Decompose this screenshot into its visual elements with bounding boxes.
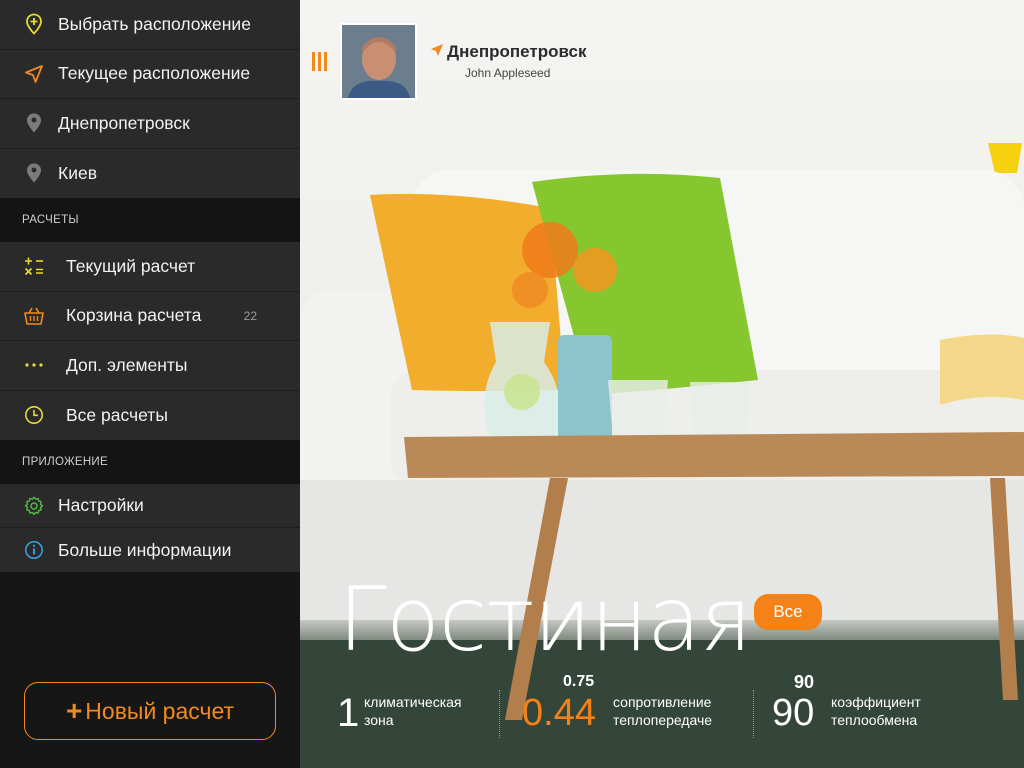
user-name: John Appleseed xyxy=(465,66,551,80)
menu-item-label: Киев xyxy=(58,162,97,183)
stat-divider xyxy=(499,690,500,738)
section-header-calculations: РАСЧЕТЫ xyxy=(0,198,300,242)
sidebar-toggle-handle[interactable] xyxy=(312,52,327,71)
menu-item-label: Выбрать расположение xyxy=(58,13,251,34)
location-name: Днепропетровск xyxy=(447,42,587,61)
menu-item-location-dnipro[interactable]: Днепропетровск xyxy=(0,99,300,149)
menu-item-more-info[interactable]: Больше информации xyxy=(0,528,300,572)
resistance-label: сопротивление теплопередаче xyxy=(613,693,712,729)
navigation-arrow-icon xyxy=(21,61,47,87)
menu-item-label: Доп. элементы xyxy=(66,354,188,375)
menu-item-label: Все расчеты xyxy=(66,404,168,425)
pin-plus-icon xyxy=(21,11,47,37)
heat-exchange-label: коэффициент теплообмена xyxy=(831,693,921,729)
stat-divider xyxy=(753,690,754,738)
more-dots-icon xyxy=(21,352,47,378)
stat-label-line: зона xyxy=(364,712,394,728)
menu-item-calculation-basket[interactable]: Корзина расчета 22 xyxy=(0,292,300,341)
menu-item-location-kyiv[interactable]: Киев xyxy=(0,149,300,199)
current-location[interactable]: Днепропетровск xyxy=(430,42,586,62)
menu-item-extra-elements[interactable]: Доп. элементы xyxy=(0,341,300,391)
sidebar: Выбрать расположение Текущее расположени… xyxy=(0,0,300,768)
avatar[interactable] xyxy=(340,23,417,100)
menu-item-label: Текущий расчет xyxy=(66,255,196,276)
menu-item-label: Днепропетровск xyxy=(58,112,190,133)
stat-label-line: сопротивление xyxy=(613,694,712,710)
stat-label-line: коэффициент xyxy=(831,694,921,710)
plus-icon: + xyxy=(65,695,83,726)
calculator-icon xyxy=(21,253,47,279)
menu-item-current-calculation[interactable]: Текущий расчет xyxy=(0,242,300,292)
map-pin-icon xyxy=(21,160,47,186)
climate-zone-value: 1 xyxy=(337,691,360,735)
room-panel: Днепропетровск John Appleseed Гостиная В… xyxy=(300,0,1024,768)
resistance-value: 0.44 xyxy=(522,692,596,734)
all-rooms-button[interactable]: Все xyxy=(754,594,822,630)
app-menu: Настройки Больше информации xyxy=(0,484,300,572)
map-pin-icon xyxy=(21,110,47,136)
calculations-menu: Текущий расчет Корзина расчета 22 Доп. э… xyxy=(0,242,300,440)
menu-item-label: Корзина расчета xyxy=(66,305,202,326)
stat-label-line: теплопередаче xyxy=(613,712,713,728)
menu-item-choose-location[interactable]: Выбрать расположение xyxy=(0,0,300,50)
resistance-target-value: 0.75 xyxy=(563,673,595,690)
heat-exchange-value: 90 xyxy=(772,692,815,734)
new-calculation-button[interactable]: + Новый расчет xyxy=(24,682,276,740)
info-icon xyxy=(21,537,47,563)
basket-count-badge: 22 xyxy=(243,308,257,323)
room-title: Гостиная xyxy=(338,568,752,671)
menu-item-label: Настройки xyxy=(58,495,144,515)
climate-zone-label: климатическая зона xyxy=(364,693,462,729)
section-header-app: ПРИЛОЖЕНИЕ xyxy=(0,440,300,484)
menu-item-settings[interactable]: Настройки xyxy=(0,484,300,528)
menu-item-current-location[interactable]: Текущее расположение xyxy=(0,50,300,99)
new-calculation-label: Новый расчет xyxy=(85,697,235,724)
basket-icon xyxy=(21,303,47,329)
menu-item-all-calculations[interactable]: Все расчеты xyxy=(0,391,300,441)
navigation-arrow-icon xyxy=(430,43,444,62)
gear-icon xyxy=(21,493,47,519)
clock-icon xyxy=(21,402,47,428)
stat-label-line: климатическая xyxy=(364,694,462,710)
heat-exchange-target-value: 90 xyxy=(794,672,815,692)
stat-label-line: теплообмена xyxy=(831,712,918,728)
menu-item-label: Текущее расположение xyxy=(58,63,251,84)
locations-menu: Выбрать расположение Текущее расположени… xyxy=(0,0,300,198)
menu-item-label: Больше информации xyxy=(58,539,232,560)
